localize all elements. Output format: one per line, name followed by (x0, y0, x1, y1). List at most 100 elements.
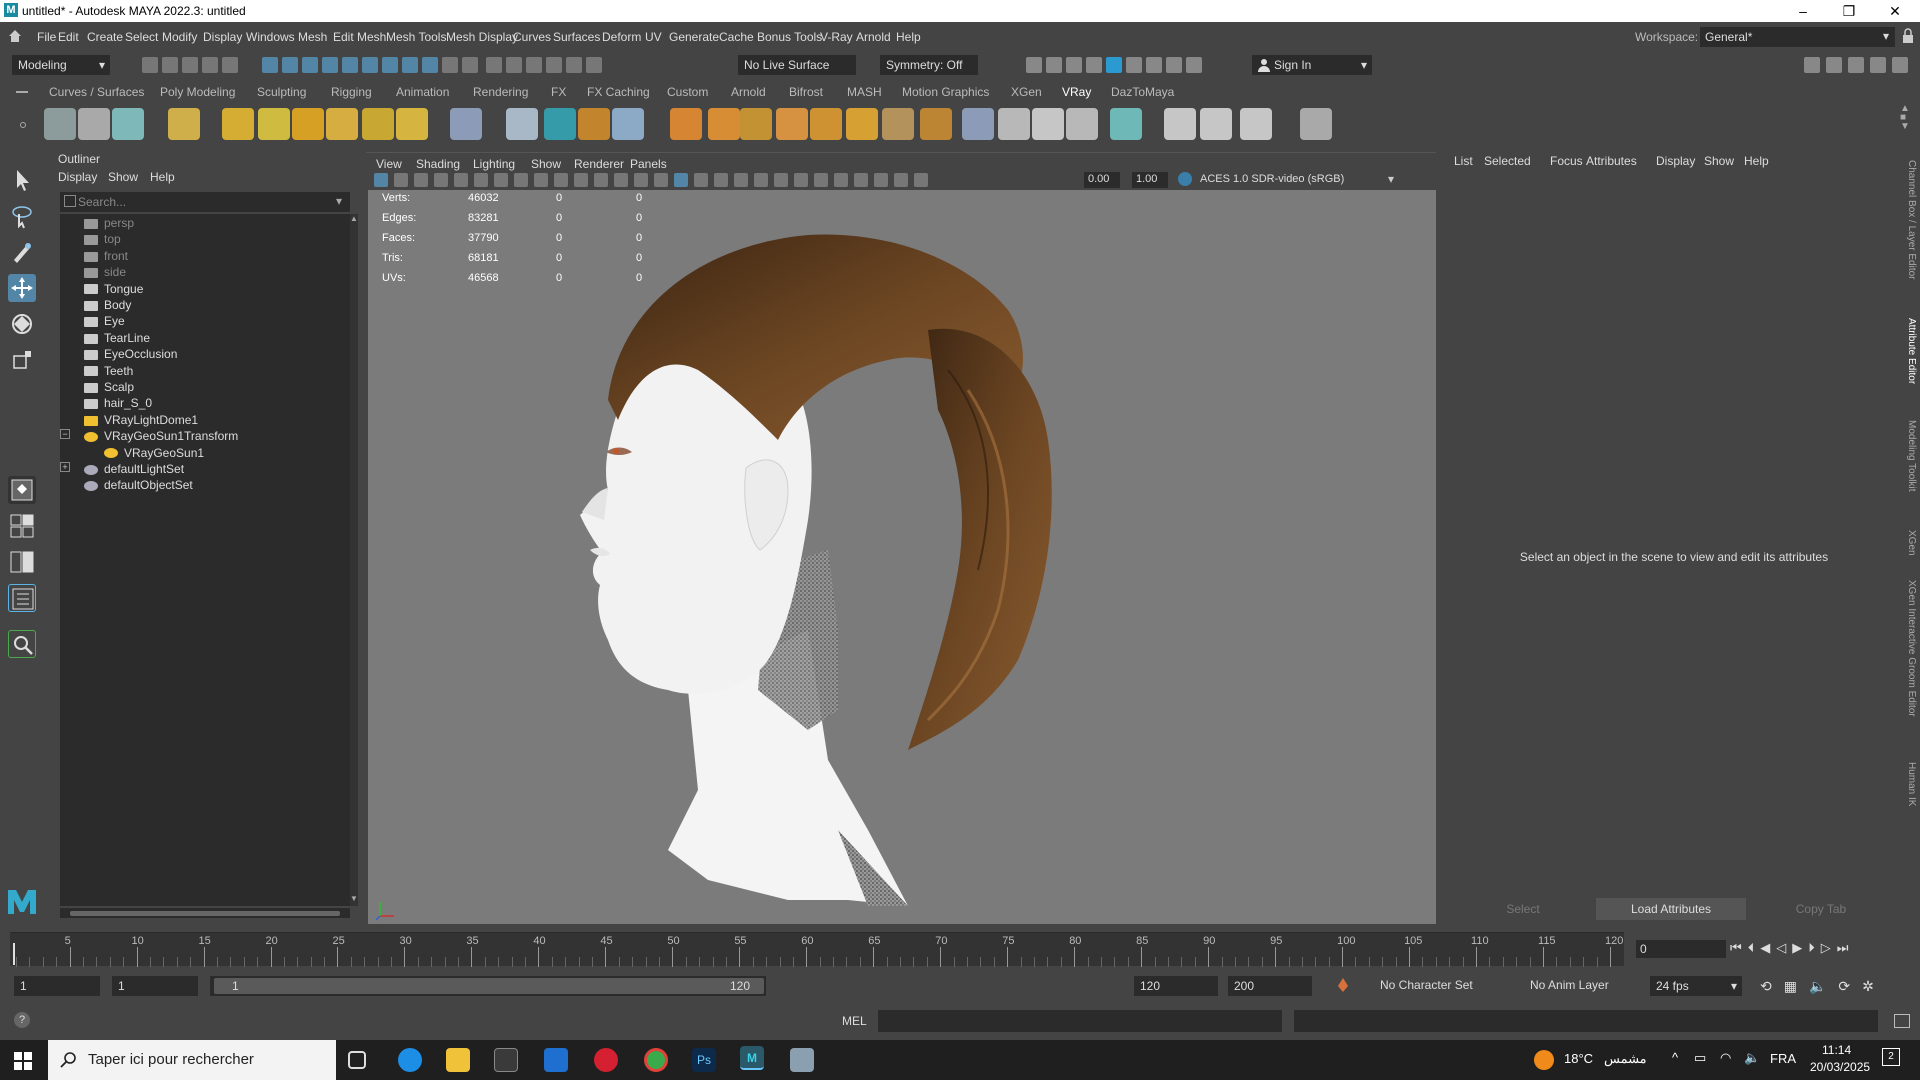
outliner-search-input[interactable]: Search... (60, 192, 350, 212)
outliner-horizontal-scrollbar[interactable] (60, 908, 350, 918)
vray-volume-icon[interactable] (882, 108, 914, 140)
motion-blur-icon[interactable] (774, 173, 788, 187)
key-stats-icon[interactable]: ▦ (1784, 978, 1797, 995)
attr-menu-display[interactable]: Display (1656, 154, 1695, 168)
transform-constraint-icon[interactable] (546, 57, 562, 73)
play-forward-icon[interactable]: ▶ (1792, 940, 1802, 956)
side-by-side-layout-icon[interactable] (8, 548, 36, 576)
render-view-icon[interactable] (1026, 57, 1042, 73)
menu-mesh-tools[interactable]: Mesh Tools (386, 30, 446, 44)
vray-proxy-icon[interactable] (112, 108, 144, 140)
outliner-menu-display[interactable]: Display (58, 170, 97, 184)
scroll-up-icon[interactable]: ▲ (350, 214, 358, 223)
attr-load-attributes-button[interactable]: Load Attributes (1596, 898, 1746, 920)
select-tool-icon[interactable] (8, 166, 36, 194)
depth-of-field-icon[interactable] (814, 173, 828, 187)
outlook-icon[interactable] (544, 1048, 568, 1072)
rotate-tool-icon[interactable] (8, 310, 36, 338)
network-icon[interactable]: ◠ (1720, 1050, 1731, 1066)
shelf-tab-curves-surfaces[interactable]: Curves / Surfaces (49, 85, 144, 99)
side-tab-human-ik[interactable]: Human IK (1906, 762, 1917, 806)
xray-icon[interactable] (854, 173, 868, 187)
vray-light-mtl-icon[interactable] (612, 108, 644, 140)
vray-mesh-icon[interactable] (44, 108, 76, 140)
outliner-item-eye[interactable]: Eye (70, 314, 125, 332)
render-frame-icon[interactable] (1046, 57, 1062, 73)
grid-icon[interactable] (494, 173, 508, 187)
film-gate-icon[interactable] (514, 173, 528, 187)
gate-mask-icon[interactable] (554, 173, 568, 187)
magnet-icon[interactable] (586, 57, 602, 73)
vray-settings-icon[interactable] (920, 108, 952, 140)
step-back-frame-icon[interactable]: ◀ (1760, 940, 1770, 956)
vray-cosmos-icon[interactable] (1066, 108, 1098, 140)
snap-grid-icon[interactable] (322, 57, 338, 73)
default-material-icon[interactable] (674, 173, 688, 187)
lock-icon[interactable] (1902, 28, 1914, 44)
menu-deform[interactable]: Deform (602, 30, 641, 44)
home-icon[interactable] (8, 29, 22, 43)
shelf-scroll-icon[interactable]: ▲ ■ ▼ (1900, 104, 1910, 132)
attr-menu-selected[interactable]: Selected (1484, 154, 1531, 168)
menu-uv[interactable]: UV (645, 30, 662, 44)
snap-surface-icon[interactable] (382, 57, 398, 73)
menu-set-select[interactable]: Modeling ▾ (12, 55, 110, 75)
select-component-icon[interactable] (302, 57, 318, 73)
snap-point-icon[interactable] (362, 57, 378, 73)
menu-curves[interactable]: Curves (513, 30, 551, 44)
shelf-tab-fx-caching[interactable]: FX Caching (587, 85, 650, 99)
chevron-down-icon[interactable]: ▾ (1388, 172, 1394, 186)
shelf-menu-icon[interactable] (16, 91, 28, 93)
clock-date[interactable]: 20/03/2025 (1810, 1060, 1870, 1074)
vray-sampler-icon[interactable] (1200, 108, 1232, 140)
volume-icon[interactable]: 🔈 (1744, 1050, 1760, 1066)
four-view-layout-icon[interactable] (8, 512, 36, 540)
menu-windows[interactable]: Windows (246, 30, 295, 44)
vray-v-icon[interactable] (1300, 108, 1332, 140)
animation-preferences-icon[interactable]: ✲ (1862, 978, 1874, 995)
vray-stop-icon[interactable] (1186, 57, 1202, 73)
vray-env-icon[interactable] (962, 108, 994, 140)
minimize-button[interactable]: – (1780, 0, 1826, 22)
vray-ipr-icon[interactable] (1146, 57, 1162, 73)
field-chart-icon[interactable] (574, 173, 588, 187)
attr-copy-tab-button[interactable]: Copy Tab (1746, 898, 1896, 920)
modeling-toolkit-toggle-icon[interactable] (1804, 57, 1820, 73)
vray-hair-icon[interactable] (708, 108, 740, 140)
vray-rect-light-icon[interactable] (326, 108, 358, 140)
shelf-tab-sculpting[interactable]: Sculpting (257, 85, 306, 99)
vray-clipper-icon[interactable] (810, 108, 842, 140)
outliner-item-side[interactable]: side (70, 265, 126, 283)
time-slider[interactable]: 5 10 15 20 25 30 35 40 45 50 55 60 65 70 75 80 85 90 95 100… (10, 932, 1624, 967)
shelf-tab-vray[interactable]: VRay (1062, 85, 1091, 99)
chevron-down-icon[interactable]: ▾ (336, 194, 342, 208)
viewport-menu-show[interactable]: Show (531, 157, 561, 171)
vray-2sided-icon[interactable] (544, 108, 576, 140)
grease-pencil-icon[interactable] (474, 173, 488, 187)
color-space-select[interactable]: ACES 1.0 SDR-video (sRGB) (1196, 172, 1376, 188)
fps-select[interactable]: 24 fps ▾ (1650, 976, 1742, 996)
command-input[interactable] (878, 1010, 1282, 1032)
outliner-item-vraygeosun1transform[interactable]: VRayGeoSun1Transform (70, 429, 238, 447)
cached-playback-icon[interactable]: ⟳ (1838, 978, 1850, 995)
loop-icon[interactable]: ⟲ (1760, 978, 1772, 995)
menu-v-ray[interactable]: V-Ray (820, 30, 853, 44)
menu-modify[interactable]: Modify (162, 30, 197, 44)
viewport-menu-lighting[interactable]: Lighting (473, 157, 515, 171)
shelf-tab-poly-modeling[interactable]: Poly Modeling (160, 85, 235, 99)
menu-generate[interactable]: Generate (669, 30, 719, 44)
outliner-item-eyeocclusion[interactable]: EyeOcclusion (70, 347, 177, 365)
outliner-menu-help[interactable]: Help (150, 170, 175, 184)
outliner-item-vraylightdome1[interactable]: VRayLightDome1 (70, 413, 198, 431)
side-tab-attribute-editor[interactable]: Attribute Editor (1906, 318, 1917, 384)
snap-view-icon[interactable] (402, 57, 418, 73)
vray-denoiser-icon[interactable] (1032, 108, 1064, 140)
playback-start-field[interactable]: 1 (112, 976, 198, 996)
step-forward-key-icon[interactable]: ▷ (1821, 940, 1831, 956)
current-time-indicator[interactable] (13, 943, 15, 965)
lock-selection-icon[interactable] (442, 57, 458, 73)
image-plane-icon[interactable] (434, 173, 448, 187)
side-tab-xgen-interactive-groom-editor[interactable]: XGen Interactive Groom Editor (1906, 580, 1917, 717)
vray-sphere-light-icon[interactable] (258, 108, 290, 140)
outliner-item-teeth[interactable]: Teeth (70, 364, 133, 382)
